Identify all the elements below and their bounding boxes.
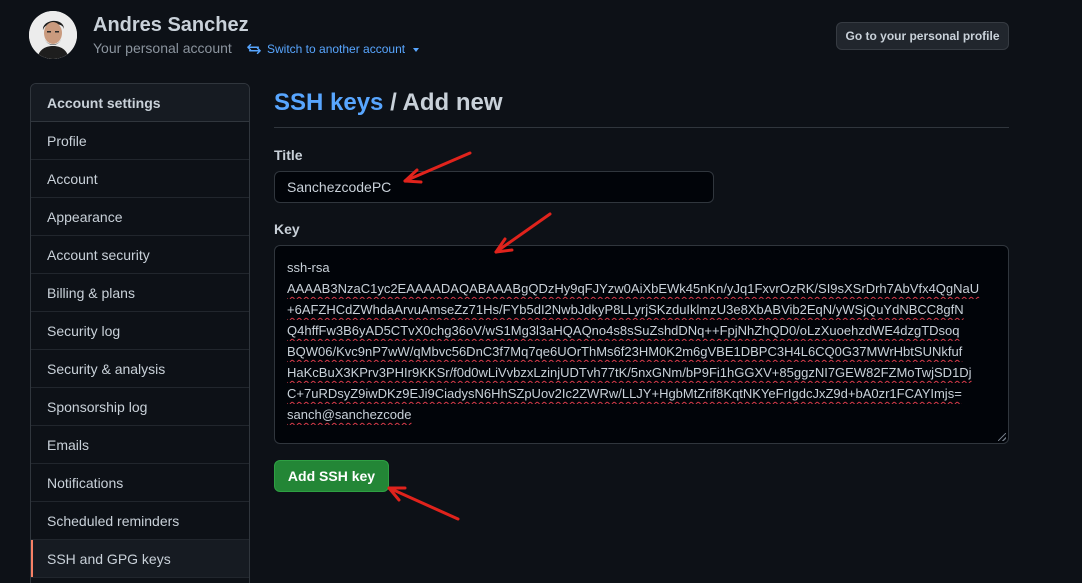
title-input[interactable]: SanchezcodePC [274, 171, 714, 203]
avatar[interactable] [29, 11, 77, 59]
key-line: sanch@sanchezcode [287, 407, 412, 422]
add-ssh-key-button[interactable]: Add SSH key [274, 460, 389, 492]
sidebar-item-sponsorship-log[interactable]: Sponsorship log [31, 388, 249, 426]
key-line: ssh-rsa [287, 260, 330, 275]
sidebar-item-emails[interactable]: Emails [31, 426, 249, 464]
switch-account-link[interactable]: Switch to another account [247, 40, 420, 58]
page-title: SSH keys / Add new [274, 89, 503, 117]
sidebar-item-profile[interactable]: Profile [31, 122, 249, 160]
title-input-value: SanchezcodePC [287, 179, 392, 195]
key-line: C+7uRDsyZ9iwDKz9EJi9CiadysN6HhSZpUov2Ic2… [287, 386, 962, 401]
sidebar-item-notifications[interactable]: Notifications [31, 464, 249, 502]
key-line: HaKcBuX3KPrv3PHIr9KKSr/f0d0wLiVvbzxLzinj… [287, 365, 972, 380]
sidebar-item-security-analysis[interactable]: Security & analysis [31, 350, 249, 388]
switch-arrows-icon [247, 43, 261, 55]
sidebar-item-billing[interactable]: Billing & plans [31, 274, 249, 312]
sidebar-item-appearance[interactable]: Appearance [31, 198, 249, 236]
switch-account-label: Switch to another account [267, 42, 406, 56]
resize-handle-icon[interactable] [998, 433, 1006, 441]
key-textarea[interactable]: ssh-rsa AAAAB3NzaC1yc2EAAAADAQABAAABgQDz… [274, 245, 1009, 444]
sidebar-heading: Account settings [31, 84, 249, 122]
breadcrumb-ssh-keys-link[interactable]: SSH keys [274, 89, 383, 116]
key-line: BQW06/Kvc9nP7wW/qMbvc56DnC3f7Mq7qe6UOrTh… [287, 344, 963, 359]
breadcrumb-separator: / [383, 89, 403, 116]
settings-sidebar: Account settings Profile Account Appeara… [30, 83, 250, 583]
chevron-down-icon [413, 47, 420, 52]
page-title-text: Add new [402, 89, 503, 116]
sidebar-item-account-security[interactable]: Account security [31, 236, 249, 274]
user-photo [29, 11, 77, 59]
key-field-label: Key [274, 221, 300, 237]
key-line: AAAAB3NzaC1yc2EAAAADAQABAAABgQDzHy9qFJYz… [287, 281, 980, 296]
go-to-profile-button[interactable]: Go to your personal profile [836, 22, 1009, 50]
title-divider [274, 127, 1009, 128]
user-name: Andres Sanchez [93, 14, 249, 36]
sidebar-item-account[interactable]: Account [31, 160, 249, 198]
sidebar-item-ssh-gpg-keys[interactable]: SSH and GPG keys [31, 540, 249, 578]
account-type-label: Your personal account [93, 40, 232, 56]
key-line: Q4hffFw3B6yAD5CTvX0chg36oV/wS1Mg3l3aHQAQ… [287, 323, 960, 338]
sidebar-item-security-log[interactable]: Security log [31, 312, 249, 350]
sidebar-item-scheduled-reminders[interactable]: Scheduled reminders [31, 502, 249, 540]
title-field-label: Title [274, 147, 303, 163]
key-line: +6AFZHCdZWhdaArvuAmseZz71Hs/FYb5dI2NwbJd… [287, 302, 964, 317]
annotation-arrow-button [387, 486, 460, 521]
